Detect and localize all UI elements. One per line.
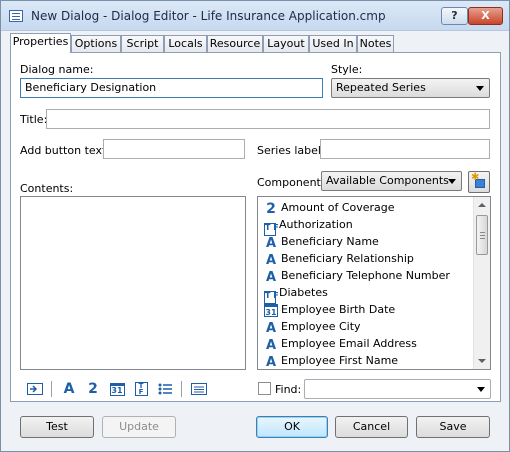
new-star-icon: ✱: [471, 172, 480, 183]
list-item[interactable]: T FAuthorization: [264, 216, 353, 236]
scroll-up-icon[interactable]: [478, 203, 486, 207]
list-item[interactable]: T FDiabetes: [264, 284, 328, 304]
list-item[interactable]: A Beneficiary Relationship: [264, 250, 414, 268]
text-icon[interactable]: A: [59, 379, 79, 399]
list-item-label: Beneficiary Relationship: [281, 252, 414, 265]
list-item[interactable]: A Employee Email Address: [264, 335, 417, 353]
list-item-label: Employee City: [281, 320, 361, 333]
text-icon: A: [265, 253, 277, 268]
components-filter-value: Available Components: [326, 174, 449, 187]
true-false-icon[interactable]: T F: [131, 379, 151, 399]
list-item[interactable]: A Employee First Name: [264, 352, 398, 369]
contents-toolbar: A 2 31 T F: [25, 379, 237, 399]
components-list[interactable]: 2 Amount of Coverage T FAuthorization A Be…: [257, 196, 491, 370]
text-icon: A: [265, 355, 277, 370]
ok-button[interactable]: OK: [256, 416, 328, 438]
series-label-label: Series label:: [257, 144, 325, 157]
new-component-button[interactable]: ✱: [468, 171, 490, 193]
number-icon: 2: [266, 201, 276, 217]
chevron-down-icon: [477, 387, 485, 392]
components-filter-select[interactable]: Available Components: [321, 171, 462, 191]
help-button[interactable]: ?: [441, 7, 468, 25]
test-button[interactable]: Test: [20, 416, 94, 438]
list-item-label: Employee Birth Date: [281, 303, 396, 316]
tab-options[interactable]: Options: [71, 35, 121, 53]
cancel-button[interactable]: Cancel: [335, 416, 408, 438]
list-item-label: Amount of Coverage: [281, 201, 395, 214]
title-label: Title:: [20, 113, 48, 126]
window-title: New Dialog - Dialog Editor - Life Insura…: [31, 9, 386, 23]
tab-script[interactable]: Script: [121, 35, 164, 53]
list-item-label: Employee Email Address: [281, 337, 417, 350]
save-button[interactable]: Save: [416, 416, 490, 438]
properties-panel: Dialog name: Beneficiary Designation Sty…: [10, 52, 501, 402]
list-item-label: Authorization: [279, 218, 353, 231]
list-item[interactable]: 2 Amount of Coverage: [264, 199, 395, 217]
list-item[interactable]: A Employee City: [264, 318, 361, 336]
text-icon: A: [265, 236, 277, 251]
list-item-label: Beneficiary Name: [281, 235, 379, 248]
chevron-down-icon: [448, 179, 456, 184]
add-button-text-label: Add button text:: [20, 144, 110, 157]
series-label-input[interactable]: [320, 139, 490, 159]
date-icon-glyph: 31: [109, 383, 125, 396]
find-checkbox[interactable]: [258, 382, 271, 395]
style-select-value: Repeated Series: [336, 81, 426, 94]
list-icon[interactable]: [155, 379, 175, 399]
components-scrollbar[interactable]: [473, 197, 490, 369]
list-item[interactable]: 31 Employee Birth Date: [264, 301, 395, 318]
text-icon: A: [265, 270, 277, 285]
title-input[interactable]: [46, 109, 490, 129]
tab-notes[interactable]: Notes: [357, 35, 394, 53]
tab-layout[interactable]: Layout: [263, 35, 309, 53]
add-button-text-input[interactable]: [103, 139, 245, 159]
update-button[interactable]: Update: [102, 416, 176, 438]
close-button[interactable]: X: [468, 7, 503, 25]
contents-list[interactable]: [20, 196, 246, 370]
list-item[interactable]: A Beneficiary Name: [264, 233, 379, 251]
chevron-down-icon: [476, 86, 484, 91]
date-icon: 31: [264, 304, 278, 317]
number-icon[interactable]: 2: [83, 379, 103, 399]
date-icon[interactable]: 31: [107, 379, 127, 399]
tab-locals[interactable]: Locals: [164, 35, 207, 53]
dialog-editor-window: New Dialog - Dialog Editor - Life Insura…: [0, 0, 510, 452]
find-combo[interactable]: [304, 379, 491, 399]
dialog-name-input[interactable]: Beneficiary Designation: [20, 78, 323, 98]
true-false-icon-glyph: T F: [134, 382, 148, 396]
title-bar: New Dialog - Dialog Editor - Life Insura…: [1, 1, 509, 31]
list-item[interactable]: A Beneficiary Telephone Number: [264, 267, 450, 285]
scroll-thumb[interactable]: [476, 215, 488, 255]
style-select[interactable]: Repeated Series: [331, 78, 490, 98]
components-label: Components:: [257, 176, 331, 189]
separator-icon[interactable]: [189, 379, 209, 399]
contents-label: Contents:: [20, 182, 74, 195]
add-group-icon[interactable]: [25, 379, 45, 399]
list-item-label: Diabetes: [279, 286, 328, 299]
dialog-icon: [9, 10, 23, 22]
scroll-down-icon[interactable]: [478, 359, 486, 363]
find-label: Find:: [275, 383, 302, 396]
text-icon: A: [265, 321, 277, 336]
tab-properties[interactable]: Properties: [10, 33, 71, 53]
list-item-label: Beneficiary Telephone Number: [281, 269, 450, 282]
toolbar-divider: [181, 381, 182, 397]
list-item-label: Employee First Name: [281, 354, 399, 367]
dialog-name-label: Dialog name:: [20, 63, 94, 76]
toolbar-divider: [51, 381, 52, 397]
style-label: Style:: [331, 63, 363, 76]
tab-used-in[interactable]: Used In: [309, 35, 357, 53]
tab-resource[interactable]: Resource: [207, 35, 263, 53]
text-icon: A: [265, 338, 277, 353]
